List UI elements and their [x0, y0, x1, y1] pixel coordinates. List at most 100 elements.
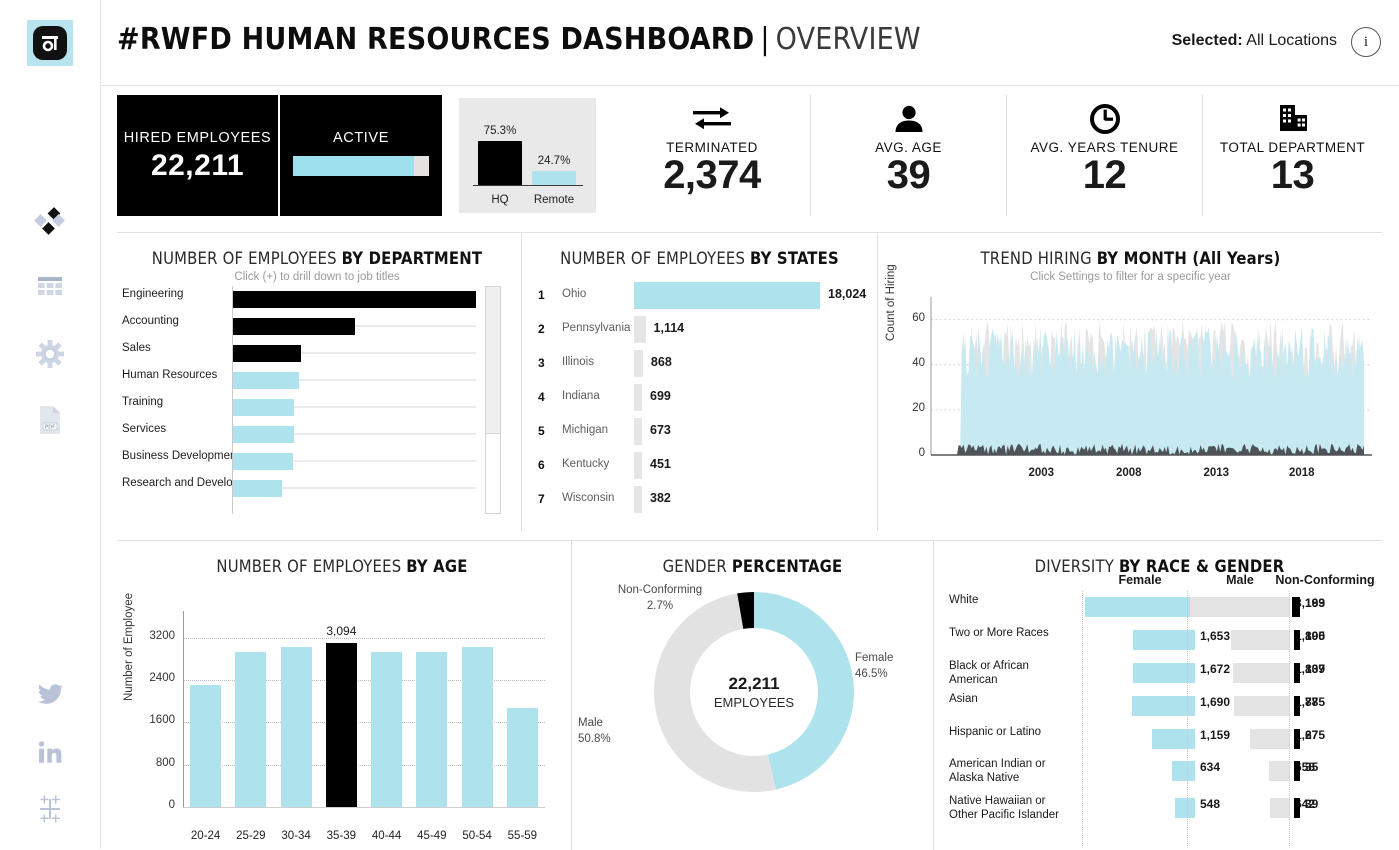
diversity-bar-female[interactable]: [1133, 663, 1195, 683]
state-bar[interactable]: [634, 350, 643, 377]
state-row[interactable]: 7Wisconsin382: [522, 483, 879, 517]
department-row[interactable]: Accounting: [117, 313, 517, 340]
sidebar-item-settings[interactable]: [27, 331, 73, 377]
states-list[interactable]: 1Ohio18,0242Pennsylvania1,1143Illinois86…: [522, 279, 879, 517]
selected-filter-label: Selected:: [1172, 32, 1243, 49]
department-row[interactable]: Human Resources: [117, 367, 517, 394]
state-row[interactable]: 5Michigan673: [522, 415, 879, 449]
trend-hiring-plot[interactable]: 02040602003200820132018: [879, 291, 1382, 491]
table-row[interactable]: Hispanic or Latino1,1591,27567: [937, 725, 1382, 759]
diversity-bar-female[interactable]: [1085, 597, 1195, 617]
tableau-icon[interactable]: [27, 786, 73, 832]
state-row[interactable]: 4Indiana699: [522, 381, 879, 415]
diversity-bar-male[interactable]: [1190, 597, 1290, 617]
active-progress-fill: [293, 156, 414, 176]
diversity-bar-male[interactable]: [1233, 663, 1290, 683]
department-row[interactable]: Services: [117, 421, 517, 448]
department-name: Human Resources: [122, 369, 232, 381]
state-bar[interactable]: [634, 418, 642, 445]
department-row[interactable]: Training: [117, 394, 517, 421]
age-xtick: 25-29: [228, 830, 274, 842]
state-bar[interactable]: [634, 316, 646, 343]
diversity-bar-male[interactable]: [1270, 798, 1290, 818]
table-row[interactable]: Two or More Races1,6531,890105: [937, 626, 1382, 660]
info-icon[interactable]: i: [1351, 27, 1381, 57]
diversity-bar-nonconforming[interactable]: [1294, 630, 1300, 650]
age-ytick: 2400: [139, 672, 175, 684]
diversity-bar-male[interactable]: [1269, 761, 1290, 781]
department-bar[interactable]: [233, 453, 293, 470]
sidebar-item-data-table[interactable]: [27, 265, 73, 311]
trend-xtick: 2018: [1289, 467, 1315, 479]
kpi-card-total-department: TOTAL DEPARTMENT 13: [1202, 95, 1382, 216]
age-bar[interactable]: [371, 652, 402, 807]
department-name: Training: [122, 396, 232, 408]
location-mix-axis: [473, 185, 583, 186]
state-row[interactable]: 3Illinois868: [522, 347, 879, 381]
hired-employees-card: HIRED EMPLOYEES 22,211 ACTIVE: [117, 95, 442, 216]
diversity-bar-female[interactable]: [1133, 630, 1195, 650]
age-bar[interactable]: [507, 708, 538, 807]
table-row[interactable]: Asian1,6901,78587: [937, 692, 1382, 726]
age-bar[interactable]: [281, 647, 312, 807]
state-row[interactable]: 6Kentucky451: [522, 449, 879, 483]
app-logo-glyph: [33, 26, 67, 60]
diversity-bar-nonconforming[interactable]: [1294, 696, 1300, 716]
department-bar[interactable]: [233, 372, 299, 389]
twitter-icon[interactable]: [27, 672, 73, 718]
diversity-bar-nonconforming[interactable]: [1294, 663, 1300, 683]
diversity-bar-nonconforming[interactable]: [1294, 798, 1300, 818]
age-bar[interactable]: [326, 643, 357, 807]
department-bar[interactable]: [233, 345, 301, 362]
selected-filter[interactable]: Selected: All Locations: [1172, 32, 1337, 50]
state-bar[interactable]: [634, 452, 642, 479]
trend-ytick: 60: [901, 312, 925, 324]
trend-hiring-svg[interactable]: [879, 291, 1382, 491]
gender-donut[interactable]: 22,211 EMPLOYEES: [649, 587, 859, 797]
age-bar[interactable]: [416, 652, 447, 807]
age-bar[interactable]: [235, 652, 266, 807]
age-chart-plot[interactable]: 080016002400320020-2425-2930-3435-393,09…: [117, 585, 567, 850]
department-bar[interactable]: [233, 480, 282, 497]
state-value: 451: [650, 457, 671, 471]
diversity-bar-female[interactable]: [1152, 729, 1195, 749]
sidebar-item-pdf-export[interactable]: PDF: [27, 397, 73, 443]
department-bar[interactable]: [233, 426, 294, 443]
diversity-bar-nonconforming[interactable]: [1294, 729, 1300, 749]
age-bar[interactable]: [462, 647, 493, 807]
state-row[interactable]: 2Pennsylvania1,114: [522, 313, 879, 347]
age-bar[interactable]: [190, 685, 221, 807]
state-row[interactable]: 1Ohio18,024: [522, 279, 879, 313]
diversity-bar-female[interactable]: [1132, 696, 1195, 716]
department-bar[interactable]: [233, 318, 355, 335]
app-logo[interactable]: [27, 20, 73, 66]
state-bar[interactable]: [634, 384, 642, 411]
department-chart-scrollbar[interactable]: [485, 286, 501, 514]
department-row[interactable]: Research and Develo..: [117, 475, 517, 502]
diversity-bar-male[interactable]: [1250, 729, 1290, 749]
state-bar[interactable]: [634, 282, 820, 309]
department-bar[interactable]: [233, 399, 294, 416]
state-bar[interactable]: [634, 486, 642, 513]
department-chart-plot[interactable]: EngineeringAccountingSales Human Resource…: [117, 286, 517, 521]
department-row[interactable]: Sales: [117, 340, 517, 367]
diversity-cell-nonconforming: [1292, 729, 1300, 749]
sidebar: PDF: [0, 0, 101, 849]
sidebar-item-dashboard[interactable]: [27, 198, 73, 244]
department-row[interactable]: Engineering: [117, 286, 517, 313]
table-row[interactable]: White2,9643,199163: [937, 593, 1382, 627]
location-mix-bar-remote: [532, 171, 576, 185]
linkedin-icon[interactable]: [27, 730, 73, 776]
diversity-bar-male[interactable]: [1231, 630, 1290, 650]
diversity-bar-nonconforming[interactable]: [1294, 761, 1300, 781]
department-chart-scroll-thumb[interactable]: [486, 287, 500, 434]
table-row[interactable]: Black or African American1,6721,837109: [937, 659, 1382, 693]
table-row[interactable]: Native Hawaiian or Other Pacific Islande…: [937, 794, 1382, 828]
department-bar[interactable]: [233, 291, 476, 308]
diversity-cell-male: [1190, 696, 1290, 716]
diversity-bar-nonconforming[interactable]: [1292, 597, 1300, 617]
table-row[interactable]: American Indian or Alaska Native63465835: [937, 757, 1382, 791]
department-name: Services: [122, 423, 232, 435]
department-row[interactable]: Business Development: [117, 448, 517, 475]
diversity-bar-male[interactable]: [1234, 696, 1290, 716]
